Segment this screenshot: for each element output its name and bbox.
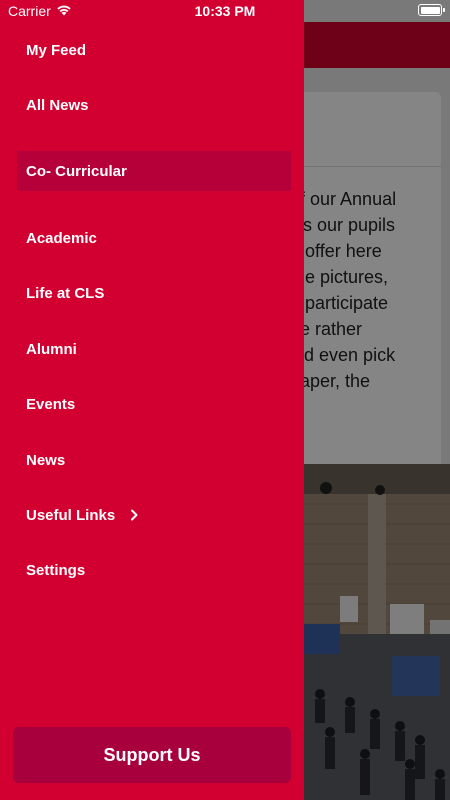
chevron-right-icon [127,508,141,522]
menu-item-label: Life at CLS [26,284,105,302]
support-us-button[interactable]: Support Us [13,727,291,783]
menu-item-label: News [26,451,66,469]
menu-item-label: Useful Links [26,506,116,524]
menu-item-label: All News [26,96,89,114]
menu-item-my-feed[interactable]: My Feed [26,40,86,60]
menu-item-label: My Feed [26,41,87,59]
menu-item-label: Co- Curricular [26,162,127,180]
status-time: 10:33 PM [194,3,256,19]
menu-item-label: Settings [26,561,86,579]
menu-item-useful-links[interactable]: Useful Links [26,505,141,525]
menu-item-label: Academic [26,229,97,247]
status-bar: Carrier 10:33 PM [0,0,450,22]
menu-item-label: Events [26,395,76,413]
menu-item-all-news[interactable]: All News [26,95,89,115]
menu-item-settings[interactable]: Settings [26,560,85,580]
navigation-drawer: My Feed All News Co- Curricular Academic… [0,0,304,800]
menu-item-label: Alumni [26,340,77,358]
menu-item-news[interactable]: News [26,450,65,470]
menu-item-co-curricular[interactable]: Co- Curricular [17,151,291,191]
menu-item-alumni[interactable]: Alumni [26,339,77,359]
menu-item-life-at-cls[interactable]: Life at CLS [26,283,104,303]
menu-item-academic[interactable]: Academic [26,228,97,248]
battery-icon [418,4,445,16]
menu-item-events[interactable]: Events [26,394,75,414]
